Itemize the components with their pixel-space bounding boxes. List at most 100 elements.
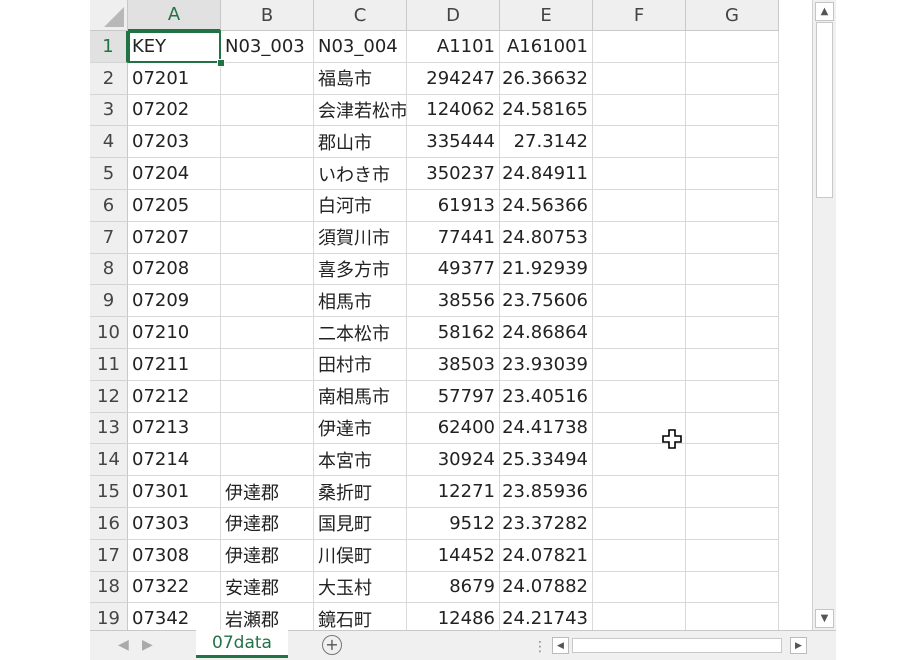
cell-c17[interactable]: 川俣町 (314, 539, 407, 572)
cell-c10[interactable]: 二本松市 (314, 317, 407, 349)
row-header[interactable]: 6 (90, 190, 128, 222)
cell-g4[interactable] (686, 126, 779, 159)
cell-f7[interactable] (593, 221, 686, 254)
cell-g18[interactable] (686, 571, 779, 604)
cell-d12[interactable]: 57797 (407, 380, 500, 413)
column-header-d[interactable]: D (407, 0, 500, 31)
cell-f3[interactable] (593, 94, 686, 127)
cell-g3[interactable] (686, 94, 779, 127)
next-sheet-arrow-icon[interactable]: ▶ (142, 637, 153, 653)
cell-a11[interactable]: 07211 (128, 349, 221, 381)
column-header-c[interactable]: C (314, 0, 407, 31)
cell-b10[interactable] (221, 317, 314, 349)
column-header-g[interactable]: G (686, 0, 779, 31)
cell-f1[interactable] (593, 31, 686, 63)
row-header[interactable]: 13 (90, 412, 128, 445)
cell-c4[interactable]: 郡山市 (314, 126, 407, 159)
column-header-f[interactable]: F (593, 0, 686, 31)
cell-a4[interactable]: 07203 (128, 126, 221, 159)
cell-d7[interactable]: 77441 (407, 221, 500, 254)
horizontal-scroll-thumb[interactable] (572, 638, 782, 653)
cell-e13[interactable]: 24.41738 (500, 412, 593, 445)
cell-d3[interactable]: 124062 (407, 94, 500, 127)
row-header[interactable]: 16 (90, 508, 128, 540)
column-header-b[interactable]: B (221, 0, 314, 31)
fill-handle[interactable] (217, 58, 225, 67)
cell-g9[interactable] (686, 285, 779, 318)
cell-g8[interactable] (686, 253, 779, 286)
cell-c6[interactable]: 白河市 (314, 190, 407, 222)
row-header[interactable]: 4 (90, 126, 128, 159)
cell-b16[interactable]: 伊達郡 (221, 508, 314, 540)
cell-g16[interactable] (686, 508, 779, 540)
cell-a2[interactable]: 07201 (128, 62, 221, 95)
cell-d16[interactable]: 9512 (407, 508, 500, 540)
cell-c18[interactable]: 大玉村 (314, 571, 407, 604)
cell-c11[interactable]: 田村市 (314, 349, 407, 381)
cell-e2[interactable]: 26.36632 (500, 62, 593, 95)
cell-a5[interactable]: 07204 (128, 158, 221, 190)
cell-c12[interactable]: 南相馬市 (314, 380, 407, 413)
cell-g14[interactable] (686, 444, 779, 477)
cell-c9[interactable]: 相馬市 (314, 285, 407, 318)
cell-c5[interactable]: いわき市 (314, 158, 407, 190)
cell-c2[interactable]: 福島市 (314, 62, 407, 95)
cell-b5[interactable] (221, 158, 314, 190)
cell-c7[interactable]: 須賀川市 (314, 221, 407, 254)
cell-b15[interactable]: 伊達郡 (221, 476, 314, 508)
cell-a7[interactable]: 07207 (128, 221, 221, 254)
row-header[interactable]: 11 (90, 349, 128, 381)
column-header-e[interactable]: E (500, 0, 593, 31)
vertical-scroll-thumb[interactable] (816, 22, 833, 198)
cell-a14[interactable]: 07214 (128, 444, 221, 477)
row-header[interactable]: 17 (90, 539, 128, 572)
row-header[interactable]: 15 (90, 476, 128, 508)
cell-f6[interactable] (593, 190, 686, 222)
cell-b12[interactable] (221, 380, 314, 413)
cell-e1[interactable]: A161001 (500, 31, 593, 63)
cell-f2[interactable] (593, 62, 686, 95)
scroll-right-arrow-icon[interactable]: ▶ (790, 637, 807, 654)
cell-g1[interactable] (686, 31, 779, 63)
row-header[interactable]: 7 (90, 221, 128, 254)
cell-b13[interactable] (221, 412, 314, 445)
cell-f18[interactable] (593, 571, 686, 604)
row-header[interactable]: 10 (90, 317, 128, 349)
cell-b3[interactable] (221, 94, 314, 127)
cell-f11[interactable] (593, 349, 686, 381)
cell-b14[interactable] (221, 444, 314, 477)
select-all-corner[interactable] (90, 0, 128, 31)
cell-e18[interactable]: 24.07882 (500, 571, 593, 604)
cell-f10[interactable] (593, 317, 686, 349)
cell-b8[interactable] (221, 253, 314, 286)
cell-a8[interactable]: 07208 (128, 253, 221, 286)
cell-c15[interactable]: 桑折町 (314, 476, 407, 508)
cell-f17[interactable] (593, 539, 686, 572)
cell-e5[interactable]: 24.84911 (500, 158, 593, 190)
cell-b6[interactable] (221, 190, 314, 222)
scroll-left-arrow-icon[interactable]: ◀ (552, 637, 569, 654)
cell-d17[interactable]: 14452 (407, 539, 500, 572)
cell-d10[interactable]: 58162 (407, 317, 500, 349)
cell-e7[interactable]: 24.80753 (500, 221, 593, 254)
row-header[interactable]: 3 (90, 94, 128, 127)
cell-e3[interactable]: 24.58165 (500, 94, 593, 127)
cell-e14[interactable]: 25.33494 (500, 444, 593, 477)
sheet-tab-active[interactable]: 07data (196, 630, 288, 658)
cell-a13[interactable]: 07213 (128, 412, 221, 445)
row-header[interactable]: 2 (90, 62, 128, 95)
cell-g13[interactable] (686, 412, 779, 445)
row-header[interactable]: 14 (90, 444, 128, 477)
cell-a6[interactable]: 07205 (128, 190, 221, 222)
cell-f9[interactable] (593, 285, 686, 318)
cell-d18[interactable]: 8679 (407, 571, 500, 604)
cell-c1[interactable]: N03_004 (314, 31, 407, 63)
cell-c14[interactable]: 本宮市 (314, 444, 407, 477)
cell-a1[interactable]: KEY (128, 31, 221, 63)
cell-d13[interactable]: 62400 (407, 412, 500, 445)
cell-g17[interactable] (686, 539, 779, 572)
cell-d5[interactable]: 350237 (407, 158, 500, 190)
cell-g12[interactable] (686, 380, 779, 413)
cell-b18[interactable]: 安達郡 (221, 571, 314, 604)
cell-b4[interactable] (221, 126, 314, 159)
